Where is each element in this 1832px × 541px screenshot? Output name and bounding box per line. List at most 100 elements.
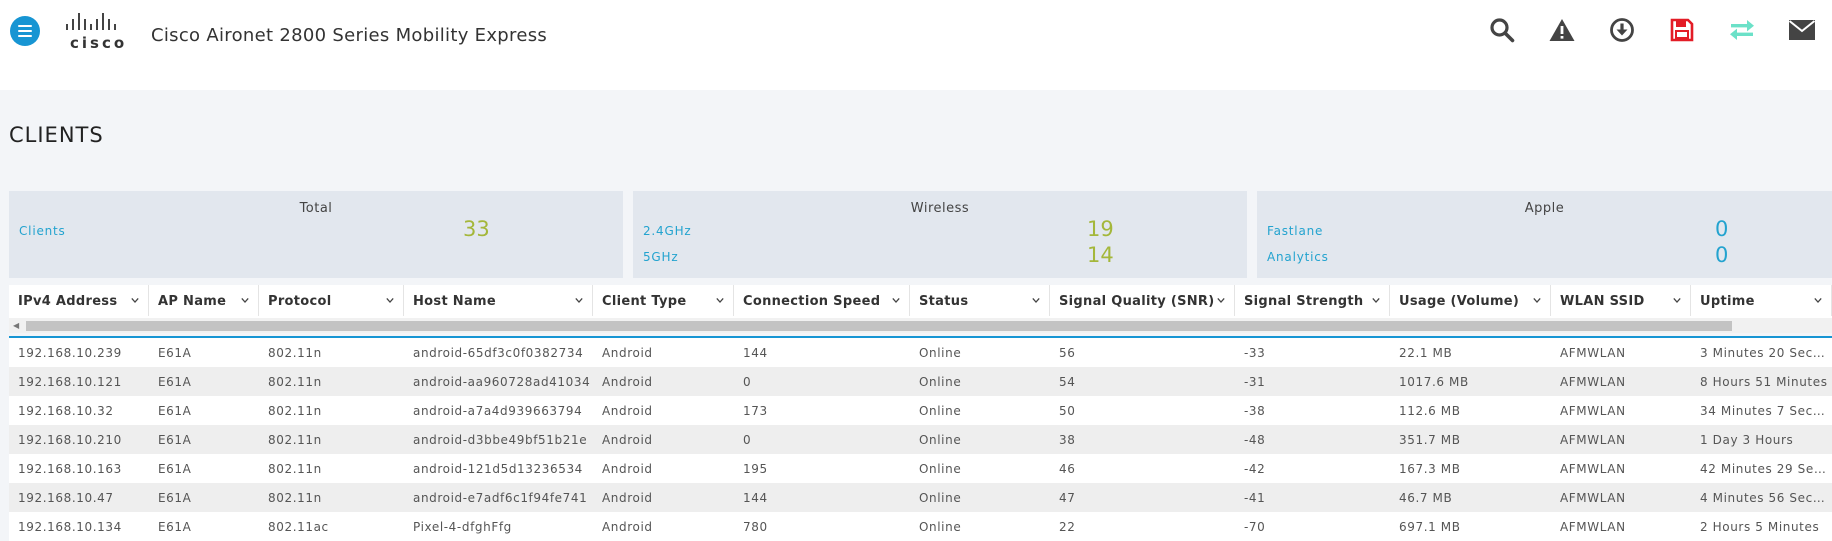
summary-apple-heading: Apple (1524, 201, 1565, 216)
table-cell: 802.11n (268, 462, 322, 476)
column-header[interactable]: Uptime (1691, 285, 1832, 316)
column-header[interactable]: Usage (Volume) (1390, 285, 1551, 316)
analytics-link[interactable]: Analytics (1267, 250, 1329, 264)
table-cell: 802.11ac (268, 520, 329, 534)
table-row[interactable]: 192.168.10.32 E61A 802.11n android-a7a4d939… (9, 396, 1832, 425)
chevron-down-icon[interactable] (1217, 296, 1225, 304)
chevron-down-icon[interactable] (131, 296, 139, 304)
table-cell: 802.11n (268, 491, 322, 505)
table-cell: android-65df3c0f0382734 (413, 346, 584, 360)
menu-icon[interactable] (10, 16, 40, 46)
column-header[interactable]: Signal Strength (1235, 285, 1390, 316)
scroll-left-icon[interactable]: ◀ (13, 321, 19, 330)
band-24ghz-link[interactable]: 2.4GHz (643, 224, 692, 238)
table-cell: -38 (1244, 404, 1266, 418)
chevron-down-icon[interactable] (575, 296, 583, 304)
column-header[interactable]: AP Name (149, 285, 259, 316)
chevron-down-icon[interactable] (1814, 296, 1822, 304)
table-cell: Online (919, 462, 962, 476)
table-cell: 802.11n (268, 404, 322, 418)
table-cell: Android (602, 491, 653, 505)
table-cell: 3 Minutes 20 Seconds (1700, 346, 1832, 360)
mail-icon[interactable] (1772, 14, 1832, 46)
transfer-icon[interactable] (1712, 14, 1772, 46)
table-row[interactable]: 192.168.10.163 E61A 802.11n android-121d5d1… (9, 454, 1832, 483)
table-cell: android-e7adf6c1f94fe741 (413, 491, 588, 505)
column-header-label: Protocol (268, 294, 332, 309)
table-cell: -70 (1244, 520, 1266, 534)
table-row[interactable]: 192.168.10.134 E61A 802.11ac Pixel-4-dfghFf… (9, 512, 1832, 541)
top-toolbar (1472, 14, 1832, 46)
table-cell: 195 (743, 462, 768, 476)
chevron-down-icon[interactable] (1533, 296, 1541, 304)
save-icon[interactable] (1652, 14, 1712, 46)
horizontal-scrollbar[interactable]: ◀ (9, 318, 1832, 333)
table-cell: Online (919, 491, 962, 505)
column-header-label: Host Name (413, 294, 497, 309)
chevron-down-icon[interactable] (1673, 296, 1681, 304)
chevron-down-icon[interactable] (1032, 296, 1040, 304)
column-header-label: IPv4 Address (18, 294, 118, 309)
table-cell: 0 (743, 375, 752, 389)
table-cell: 42 Minutes 29 Seconds (1700, 462, 1832, 476)
column-header[interactable]: Host Name (404, 285, 593, 316)
table-cell: 144 (743, 346, 768, 360)
table-cell: AFMWLAN (1560, 520, 1626, 534)
table-cell: 192.168.10.121 (18, 375, 122, 389)
scrollbar-thumb[interactable] (26, 321, 1732, 331)
page-title: CLIENTS (9, 123, 104, 147)
table-row[interactable]: 192.168.10.210 E61A 802.11n android-d3bbe49… (9, 425, 1832, 454)
column-header-label: Client Type (602, 294, 687, 309)
clients-link[interactable]: Clients (19, 224, 66, 238)
table-cell: -42 (1244, 462, 1266, 476)
alert-icon[interactable] (1532, 14, 1592, 46)
table-row[interactable]: 192.168.10.47 E61A 802.11n android-e7adf6c1… (9, 483, 1832, 512)
chevron-down-icon[interactable] (1372, 296, 1380, 304)
chevron-down-icon[interactable] (716, 296, 724, 304)
table-cell: E61A (158, 491, 192, 505)
column-header[interactable]: Connection Speed (734, 285, 910, 316)
chevron-down-icon[interactable] (386, 296, 394, 304)
table-row[interactable]: 192.168.10.121 E61A 802.11n android-aa96072… (9, 367, 1832, 396)
table-cell: 38 (1059, 433, 1076, 447)
table-cell: 192.168.10.239 (18, 346, 122, 360)
fastlane-count: 0 (1715, 217, 1729, 241)
column-header[interactable]: Signal Quality (SNR) (1050, 285, 1235, 316)
fastlane-link[interactable]: Fastlane (1267, 224, 1323, 238)
table-cell: 802.11n (268, 346, 322, 360)
column-header[interactable]: Protocol (259, 285, 404, 316)
table-cell: Android (602, 375, 653, 389)
table-cell: Android (602, 346, 653, 360)
search-icon[interactable] (1472, 14, 1532, 46)
table-cell: 697.1 MB (1399, 520, 1461, 534)
column-header[interactable]: Status (910, 285, 1050, 316)
column-header-label: Signal Strength (1244, 294, 1364, 309)
column-header-label: AP Name (158, 294, 227, 309)
column-header[interactable]: WLAN SSID (1551, 285, 1691, 316)
table-cell: 351.7 MB (1399, 433, 1461, 447)
column-header[interactable]: Client Type (593, 285, 734, 316)
table-cell: 192.168.10.32 (18, 404, 114, 418)
table-cell: AFMWLAN (1560, 491, 1626, 505)
table-cell: 802.11n (268, 375, 322, 389)
table-cell: -48 (1244, 433, 1266, 447)
table-cell: 22.1 MB (1399, 346, 1453, 360)
table-cell: 173 (743, 404, 768, 418)
table-cell: 46.7 MB (1399, 491, 1453, 505)
download-icon[interactable] (1592, 14, 1652, 46)
table-cell: 802.11n (268, 433, 322, 447)
column-header[interactable]: IPv4 Address (9, 285, 149, 316)
band-24ghz-count: 19 (1087, 217, 1114, 241)
chevron-down-icon[interactable] (892, 296, 900, 304)
table-row[interactable]: 192.168.10.239 E61A 802.11n android-65df3c0… (9, 338, 1832, 367)
table-body: 192.168.10.239 E61A 802.11n android-65df3c0… (9, 338, 1832, 541)
cisco-logo: cisco (62, 12, 138, 52)
table-cell: Pixel-4-dfghFfg (413, 520, 512, 534)
band-5ghz-link[interactable]: 5GHz (643, 250, 678, 264)
table-header: IPv4 Address AP Name Protocol Host Name Clie… (9, 285, 1832, 316)
table-cell: AFMWLAN (1560, 433, 1626, 447)
chevron-down-icon[interactable] (241, 296, 249, 304)
table-cell: 8 Hours 51 Minutes (1700, 375, 1828, 389)
table-cell: 47 (1059, 491, 1076, 505)
summary-wireless-heading: Wireless (910, 201, 970, 216)
